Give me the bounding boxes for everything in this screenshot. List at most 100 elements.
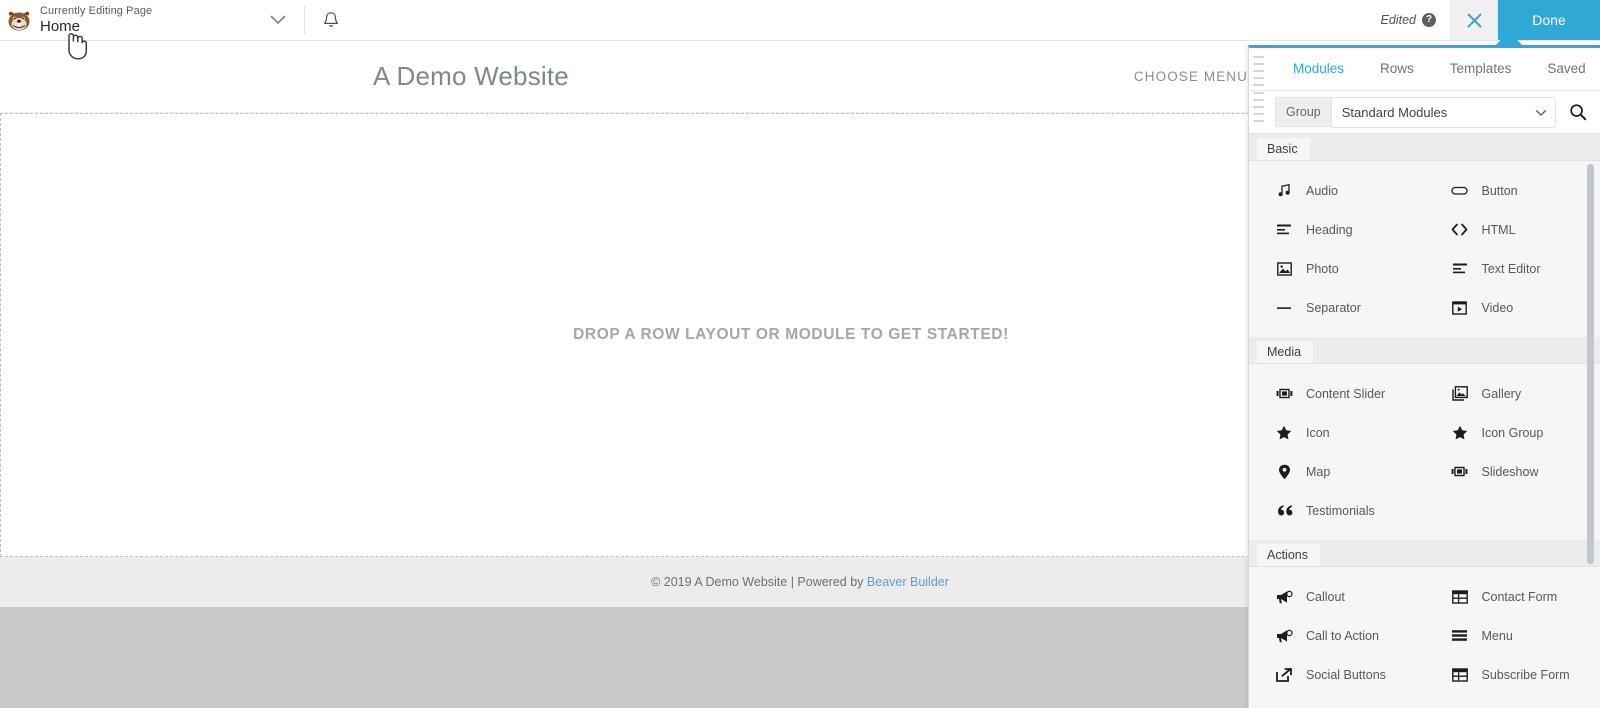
section-title: Actions [1257, 544, 1320, 566]
chevron-down-icon[interactable] [240, 15, 298, 25]
share-icon [1275, 667, 1293, 682]
group-label[interactable]: Group [1275, 97, 1331, 127]
module-heading[interactable]: Heading [1249, 210, 1425, 249]
button-icon [1451, 183, 1469, 198]
module-call-to-action[interactable]: Call to Action [1249, 616, 1425, 655]
module-subscribe-form[interactable]: Subscribe Form [1425, 655, 1600, 694]
module-label: Separator [1306, 300, 1361, 315]
drop-message: DROP A ROW LAYOUT OR MODULE TO GET START… [573, 326, 1009, 343]
group-filter-row: Group Standard Modules [1249, 91, 1600, 134]
beaver-logo-icon[interactable] [0, 0, 34, 40]
video-icon [1451, 300, 1469, 315]
module-label: Social Buttons [1306, 667, 1386, 682]
panel-pointer-arrow [1496, 31, 1522, 45]
section-header-media: Media [1249, 337, 1600, 364]
module-label: Icon [1306, 425, 1330, 440]
module-video[interactable]: Video [1425, 288, 1600, 327]
module-photo[interactable]: Photo [1249, 249, 1425, 288]
group-select-value: Standard Modules [1341, 104, 1448, 120]
photo-icon [1275, 261, 1293, 276]
footer-text: © 2019 A Demo Website | Powered by Beave… [651, 575, 949, 589]
section-modules-actions: Callout Contact Form Call to Action Menu [1249, 567, 1600, 704]
beaver-builder-link[interactable]: Beaver Builder [867, 575, 949, 589]
section-header-actions: Actions [1249, 540, 1600, 567]
edited-status: Edited ? [1371, 0, 1450, 40]
tab-templates[interactable]: Templates [1432, 48, 1530, 90]
star-icon [1275, 425, 1293, 440]
module-social-buttons[interactable]: Social Buttons [1249, 655, 1425, 694]
text-editor-icon [1451, 262, 1469, 276]
slideshow-icon [1451, 466, 1469, 477]
section-modules-basic: Audio Button Heading HTML Photo Text Edi… [1249, 161, 1600, 337]
site-menu-placeholder[interactable]: CHOOSE MENU [1134, 69, 1248, 84]
section-title: Media [1257, 341, 1314, 363]
group-select[interactable]: Standard Modules [1330, 96, 1556, 128]
module-label: Testimonials [1306, 503, 1375, 518]
bell-icon[interactable] [305, 0, 357, 40]
module-label: Content Slider [1306, 386, 1386, 401]
tab-modules[interactable]: Modules [1275, 48, 1362, 90]
module-gallery[interactable]: Gallery [1425, 374, 1600, 413]
module-icon-group[interactable]: Icon Group [1425, 413, 1600, 452]
module-label: HTML [1481, 222, 1516, 237]
quote-icon [1275, 504, 1293, 517]
module-separator[interactable]: Separator [1249, 288, 1425, 327]
help-icon[interactable]: ? [1422, 13, 1436, 27]
close-button[interactable] [1450, 0, 1498, 40]
section-modules-media: Content Slider Gallery Icon Icon Group M… [1249, 364, 1600, 540]
module-text-editor[interactable]: Text Editor [1425, 249, 1600, 288]
module-contact-form[interactable]: Contact Form [1425, 577, 1600, 616]
module-menu[interactable]: Menu [1425, 616, 1600, 655]
map-pin-icon [1275, 464, 1293, 480]
module-label: Button [1481, 183, 1518, 198]
panel-scrollbar-thumb[interactable] [1587, 164, 1594, 564]
module-label: Video [1481, 300, 1514, 315]
module-html[interactable]: HTML [1425, 210, 1600, 249]
module-label: Photo [1306, 261, 1339, 276]
audio-icon [1275, 183, 1293, 198]
hamburger-icon [1451, 629, 1469, 642]
module-slideshow[interactable]: Slideshow [1425, 452, 1600, 491]
star-icon [1451, 425, 1469, 440]
tab-rows[interactable]: Rows [1362, 48, 1432, 90]
module-label: Slideshow [1481, 464, 1539, 479]
module-label: Menu [1481, 628, 1513, 643]
html-icon [1451, 223, 1469, 236]
module-label: Gallery [1481, 386, 1522, 401]
tab-saved[interactable]: Saved [1529, 48, 1600, 90]
page-title: Home [40, 18, 81, 36]
modules-panel: Modules Rows Templates Saved Group Stand… [1248, 45, 1600, 708]
search-icon[interactable] [1556, 91, 1600, 134]
module-button[interactable]: Button [1425, 171, 1600, 210]
panel-tabs: Modules Rows Templates Saved [1249, 48, 1600, 91]
footer-copyright: © 2019 A Demo Website | Powered by [651, 575, 867, 589]
edited-label: Edited [1380, 13, 1416, 27]
content-slider-icon [1275, 388, 1293, 399]
page-selector[interactable]: Currently Editing Page Home [34, 0, 304, 40]
section-title: Basic [1257, 138, 1310, 160]
module-label: Callout [1306, 589, 1345, 604]
module-icon[interactable]: Icon [1249, 413, 1425, 452]
module-content-slider[interactable]: Content Slider [1249, 374, 1425, 413]
module-callout[interactable]: Callout [1249, 577, 1425, 616]
module-label: Call to Action [1306, 628, 1379, 643]
megaphone-icon [1275, 590, 1293, 604]
table-icon [1451, 589, 1469, 604]
editing-label: Currently Editing Page [40, 4, 153, 17]
module-map[interactable]: Map [1249, 452, 1425, 491]
module-label: Text Editor [1481, 261, 1541, 276]
chevron-down-icon [1535, 105, 1547, 120]
module-testimonials[interactable]: Testimonials [1249, 491, 1425, 530]
drag-handle-icon[interactable] [1253, 56, 1264, 122]
module-audio[interactable]: Audio [1249, 171, 1425, 210]
module-label: Audio [1306, 183, 1338, 198]
heading-icon [1275, 223, 1293, 237]
builder-admin-bar: Currently Editing Page Home Edited ? Don… [0, 0, 1600, 41]
gallery-icon [1451, 386, 1469, 401]
modules-list[interactable]: Basic Audio Button Heading HTML Photo Te… [1249, 134, 1600, 708]
site-title: A Demo Website [373, 61, 569, 91]
module-label: Heading [1306, 222, 1353, 237]
section-header-basic: Basic [1249, 134, 1600, 161]
panel-scrollbar-track[interactable] [1587, 134, 1597, 708]
admin-bar-right: Edited ? Done [1371, 0, 1600, 40]
